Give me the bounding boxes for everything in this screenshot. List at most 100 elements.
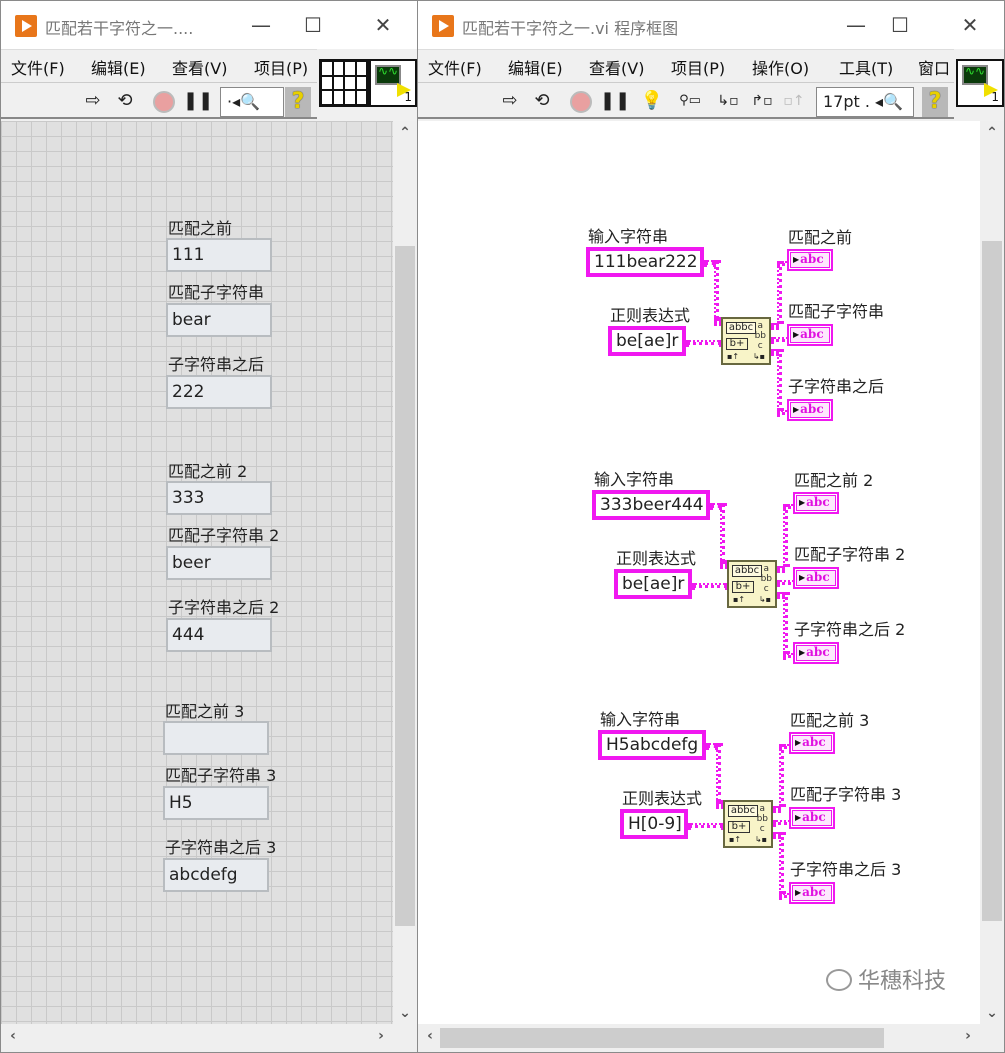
run-continuously-icon[interactable]: ⟲	[530, 89, 554, 113]
abort-button[interactable]	[570, 91, 592, 113]
string-wire[interactable]	[714, 260, 719, 320]
regex-control[interactable]: be[ae]r	[614, 569, 692, 599]
string-wire[interactable]	[720, 503, 725, 563]
string-indicator-terminal[interactable]: abc	[793, 642, 839, 664]
close-button[interactable]: ✕	[950, 9, 990, 41]
scroll-thumb[interactable]	[440, 1028, 884, 1048]
string-indicator[interactable]: bear	[166, 303, 272, 337]
menu-bar: 文件(F) 编辑(E) 查看(V) 项目(P)	[1, 49, 317, 81]
scroll-up-icon[interactable]: ⌃	[395, 125, 415, 141]
string-wire[interactable]	[686, 340, 722, 345]
maximize-button[interactable]: ☐	[293, 9, 333, 41]
menu-edit[interactable]: 编辑(E)	[508, 55, 563, 79]
string-wire[interactable]	[783, 504, 788, 567]
highlight-execution-icon[interactable]: 💡	[640, 89, 664, 113]
string-indicator-terminal[interactable]: abc	[787, 249, 833, 271]
minimize-button[interactable]: —	[836, 9, 876, 41]
labview-logo-icon	[432, 15, 454, 37]
step-over-icon[interactable]: ↱▫	[750, 89, 774, 113]
indicator-label: 子字符串之后 2	[168, 598, 280, 617]
run-arrow-icon[interactable]: ⇨	[81, 89, 105, 113]
string-indicator-terminal[interactable]: abc	[789, 807, 835, 829]
input-string-control[interactable]: 111bear222	[586, 247, 704, 277]
retain-wire-values-icon[interactable]: ⚲▭	[678, 89, 702, 113]
menu-operate[interactable]: 操作(O)	[752, 55, 809, 79]
scroll-up-icon[interactable]: ⌃	[982, 125, 1002, 141]
input-string-control[interactable]: 333beer444	[592, 490, 710, 520]
scroll-left-icon[interactable]: ‹	[420, 1028, 440, 1044]
menu-view[interactable]: 查看(V)	[589, 55, 644, 79]
context-help-button[interactable]: ?	[922, 87, 948, 117]
vertical-scrollbar[interactable]: ⌃ ⌄	[393, 121, 417, 1025]
scroll-right-icon[interactable]: ›	[958, 1028, 978, 1044]
menu-file[interactable]: 文件(F)	[428, 55, 482, 79]
abort-button[interactable]	[153, 91, 175, 113]
menu-edit[interactable]: 编辑(E)	[91, 55, 146, 79]
text-settings-box[interactable]: 17pt . ◂🔍	[816, 87, 914, 117]
scroll-down-icon[interactable]: ⌄	[982, 1005, 1002, 1021]
string-indicator[interactable]: 444	[166, 618, 272, 652]
menu-view[interactable]: 查看(V)	[172, 55, 227, 79]
string-wire[interactable]	[777, 349, 782, 411]
string-indicator[interactable]: abcdefg	[163, 858, 269, 892]
string-wire[interactable]	[692, 583, 728, 588]
output-label: 匹配子字符串	[788, 302, 885, 321]
search-icon: 🔍	[240, 92, 261, 111]
string-indicator[interactable]: 333	[166, 481, 272, 515]
step-into-icon[interactable]: ↳▫	[716, 89, 740, 113]
menu-project[interactable]: 项目(P)	[254, 55, 308, 79]
string-indicator-terminal[interactable]: abc	[793, 567, 839, 589]
string-indicator[interactable]: beer	[166, 546, 272, 580]
maximize-button[interactable]: ☐	[880, 9, 920, 41]
menu-window[interactable]: 窗口	[918, 55, 950, 79]
indicator-label: 匹配子字符串 3	[165, 766, 277, 785]
string-wire[interactable]	[716, 743, 721, 803]
string-wire[interactable]	[779, 832, 784, 894]
string-indicator[interactable]	[163, 721, 269, 755]
pause-button[interactable]: ❚❚	[600, 89, 630, 113]
scroll-left-icon[interactable]: ‹	[3, 1028, 23, 1044]
vertical-scrollbar[interactable]: ⌃ ⌄	[980, 121, 1004, 1025]
string-indicator-terminal[interactable]: abc	[787, 324, 833, 346]
scroll-right-icon[interactable]: ›	[371, 1028, 391, 1044]
regex-control[interactable]: H[0-9]	[620, 809, 688, 839]
close-button[interactable]: ✕	[363, 9, 403, 41]
run-continuously-icon[interactable]: ⟲	[113, 89, 137, 113]
string-indicator[interactable]: 222	[166, 375, 272, 409]
string-indicator-terminal[interactable]: abc	[787, 399, 833, 421]
string-indicator-terminal[interactable]: abc	[789, 882, 835, 904]
menu-tools[interactable]: 工具(T)	[839, 55, 893, 79]
step-out-icon[interactable]: ▫↑	[782, 89, 806, 113]
pause-button[interactable]: ❚❚	[183, 89, 213, 113]
string-indicator[interactable]: 111	[166, 238, 272, 272]
string-wire[interactable]	[779, 744, 784, 807]
match-pattern-function[interactable]: abbc b+ a bb c ▪↑ ↳▪	[721, 317, 771, 365]
match-pattern-function[interactable]: abbc b+ a bb c ▪↑ ↳▪	[727, 560, 777, 608]
context-help-button[interactable]: ?	[285, 87, 311, 117]
vi-icon[interactable]: 1	[956, 59, 1004, 107]
watermark: 华穗科技	[825, 963, 946, 995]
connector-pane[interactable]	[319, 59, 369, 107]
string-wire[interactable]	[688, 823, 724, 828]
string-wire[interactable]	[783, 592, 788, 654]
match-pattern-function[interactable]: abbc b+ a bb c ▪↑ ↳▪	[723, 800, 773, 848]
string-indicator[interactable]: H5	[163, 786, 269, 820]
menu-project[interactable]: 项目(P)	[671, 55, 725, 79]
search-icon: 🔍	[883, 92, 903, 111]
menu-file[interactable]: 文件(F)	[11, 55, 65, 79]
search-box[interactable]: ·◂🔍	[220, 87, 284, 117]
string-wire[interactable]	[777, 261, 782, 324]
input-string-control[interactable]: H5abcdefg	[598, 730, 706, 760]
scroll-thumb[interactable]	[982, 241, 1002, 921]
vi-icon[interactable]: 1	[369, 59, 417, 107]
scroll-thumb[interactable]	[395, 246, 415, 926]
output-label: 匹配之前 2	[794, 471, 874, 490]
regex-control[interactable]: be[ae]r	[608, 326, 686, 356]
run-arrow-icon[interactable]: ⇨	[498, 89, 522, 113]
horizontal-scrollbar[interactable]: ‹ ›	[1, 1024, 417, 1052]
scroll-down-icon[interactable]: ⌄	[395, 1005, 415, 1021]
string-indicator-terminal[interactable]: abc	[789, 732, 835, 754]
string-indicator-terminal[interactable]: abc	[793, 492, 839, 514]
horizontal-scrollbar[interactable]: ‹ ›	[418, 1024, 1004, 1052]
minimize-button[interactable]: —	[241, 9, 281, 41]
